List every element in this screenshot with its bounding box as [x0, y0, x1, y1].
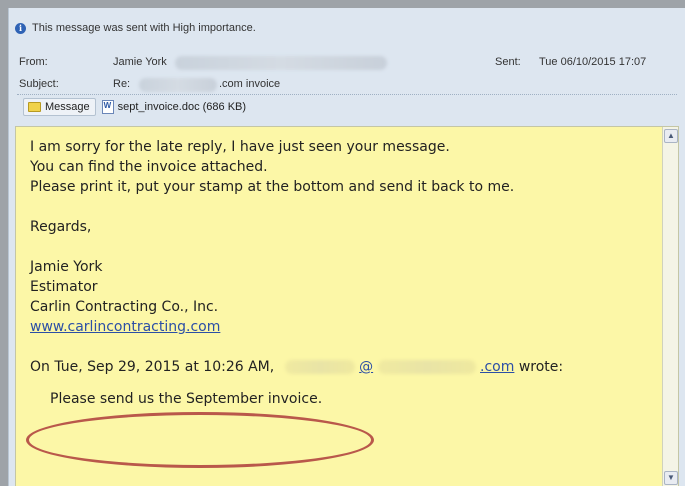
quoted-text: Please send us the September invoice. [50, 391, 323, 407]
message-tabs: Message sept_invoice.doc (686 KB) [23, 98, 246, 116]
sent-label: Sent: [495, 56, 521, 68]
scroll-up-arrow-icon[interactable]: ▲ [664, 129, 678, 143]
attachment-label: sept_invoice.doc (686 KB) [117, 101, 247, 113]
signature-name: Jamie York [30, 259, 103, 275]
quote-at-sign[interactable]: @ [359, 359, 373, 375]
scroll-down-arrow-icon[interactable]: ▼ [664, 471, 678, 485]
signature-website-link[interactable]: www.carlincontracting.com [30, 319, 220, 335]
annotation-oval [26, 412, 374, 468]
from-label: From: [19, 56, 48, 68]
quote-suffix: wrote: [518, 359, 564, 375]
tab-message[interactable]: Message [23, 98, 96, 116]
quote-domain[interactable]: .com [480, 359, 514, 375]
word-document-icon [101, 100, 114, 114]
importance-text: This message was sent with High importan… [32, 22, 256, 34]
from-value[interactable]: Jamie York [113, 56, 167, 68]
subject-prefix: Re: [113, 78, 131, 90]
message-body[interactable]: I am sorry for the late reply, I have ju… [15, 126, 679, 486]
body-line: Please print it, put your stamp at the b… [30, 179, 515, 195]
email-reading-pane: i This message was sent with High import… [8, 8, 685, 486]
redacted-sender-domain [377, 360, 476, 374]
sent-value: Tue 06/10/2015 17:07 [539, 56, 647, 68]
tab-message-label: Message [45, 101, 90, 113]
subject-label: Subject: [19, 78, 59, 90]
subject-suffix: .com invoice [219, 78, 281, 90]
redacted-sender-user [284, 360, 355, 374]
attachment-item[interactable]: sept_invoice.doc (686 KB) [101, 100, 247, 114]
envelope-icon [28, 102, 41, 112]
importance-banner: i This message was sent with High import… [15, 22, 256, 34]
quote-prefix: On Tue, Sep 29, 2015 at 10:26 AM, [30, 359, 275, 375]
body-line: I am sorry for the late reply, I have ju… [30, 139, 450, 155]
regards-line: Regards, [30, 219, 92, 235]
quote-header: On Tue, Sep 29, 2015 at 10:26 AM, @ .com… [30, 357, 650, 377]
info-icon: i [15, 22, 26, 34]
message-header: i This message was sent with High import… [9, 8, 685, 126]
redacted-subject-domain [139, 78, 217, 92]
message-body-text: I am sorry for the late reply, I have ju… [30, 137, 650, 409]
body-line: You can find the invoice attached. [30, 159, 268, 175]
redacted-sender-address [175, 56, 387, 70]
vertical-scrollbar[interactable]: ▲ ▼ [662, 127, 678, 486]
header-divider [17, 94, 677, 95]
signature-title: Estimator [30, 279, 98, 295]
signature-company: Carlin Contracting Co., Inc. [30, 299, 219, 315]
